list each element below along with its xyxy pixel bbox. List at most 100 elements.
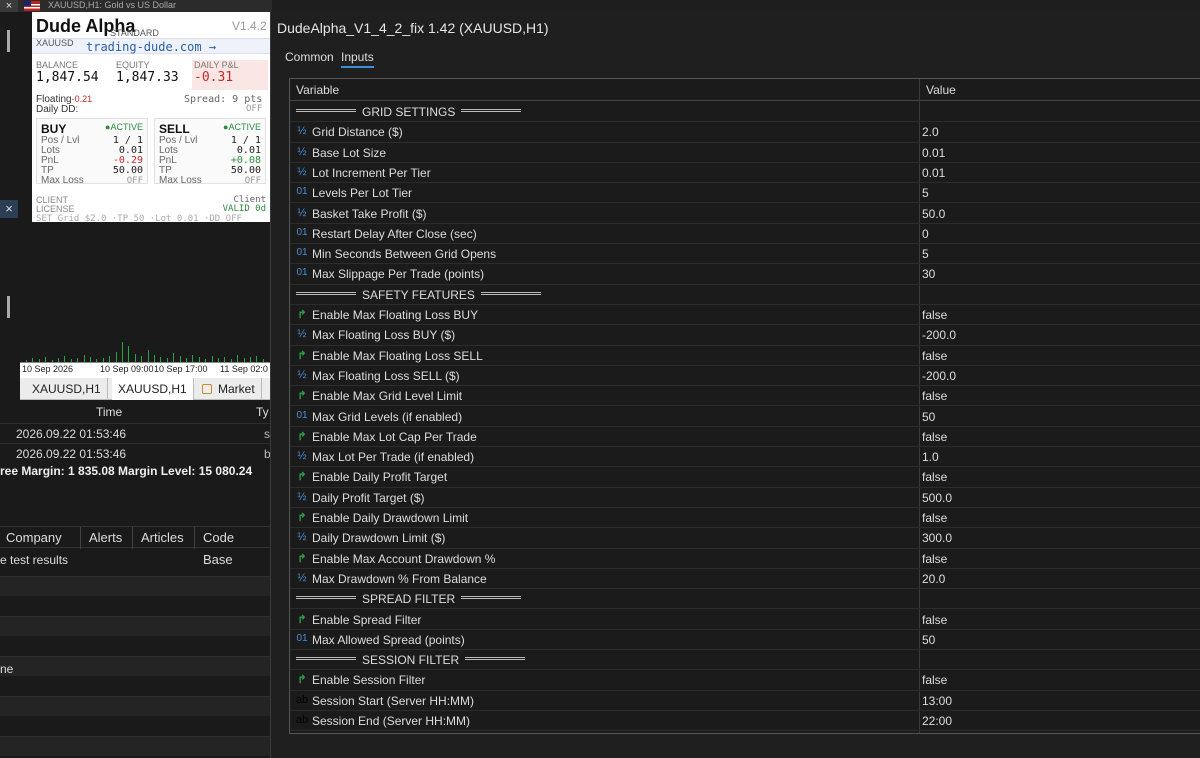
input-row[interactable]: ½ Max Drawdown % From Balance 20.0 [290, 569, 1200, 590]
input-value[interactable]: 2.0 [922, 125, 939, 139]
dd-status: OFF [246, 104, 263, 114]
input-row[interactable]: ↱ Enable Session Filter false [290, 670, 1200, 691]
fraction-icon: ½ [297, 490, 307, 503]
input-value[interactable]: 22:00 [922, 714, 952, 728]
list-item [0, 656, 272, 676]
input-row[interactable]: 01 Restart Delay After Close (sec) 0 [290, 224, 1200, 245]
input-value[interactable]: false [922, 552, 947, 566]
input-row[interactable]: ↱ Enable Spread Filter false [290, 610, 1200, 630]
input-value[interactable]: 13:00 [922, 694, 952, 708]
integer-icon: 01 [296, 632, 308, 644]
input-value[interactable]: 20.0 [922, 572, 945, 586]
tab-common[interactable]: Common [285, 50, 334, 64]
input-value[interactable]: 5 [922, 247, 929, 261]
terminal-background: × XAUUSD,H1: Gold vs US Dollar × Dude Al… [0, 0, 272, 758]
close-icon[interactable]: × [0, 0, 18, 12]
close-icon[interactable]: × [0, 200, 18, 218]
input-value[interactable]: 50 [922, 410, 935, 424]
ea-properties-dialog: DudeAlpha_V1_4_2_fix 1.42 (XAUUSD,H1) Co… [270, 12, 1200, 758]
scrollbar-handle[interactable] [7, 30, 10, 52]
input-row[interactable]: ↱ Enable Daily Profit Target false [290, 467, 1200, 488]
input-row[interactable]: 01 Min Seconds Between Grid Opens 5 [290, 244, 1200, 265]
input-row[interactable]: ↱ Enable Max Floating Loss SELL false [290, 346, 1200, 366]
input-row[interactable]: ½ Lot Increment Per Tier 0.01 [290, 163, 1200, 184]
fraction-icon: ½ [297, 571, 307, 584]
input-value[interactable]: false [922, 613, 947, 627]
input-row[interactable]: ↱ Enable Max Account Drawdown % false [290, 549, 1200, 569]
fraction-icon: ½ [297, 145, 307, 158]
table-row[interactable]: 2026.09.22 01:53:46 s [0, 423, 272, 442]
input-row[interactable]: ½ Basket Take Profit ($) 50.0 [290, 204, 1200, 224]
input-value[interactable]: 5 [922, 186, 929, 200]
table-row[interactable]: 2026.09.22 01:53:46 b [0, 443, 272, 462]
input-value[interactable]: 500.0 [922, 491, 952, 505]
column-header-type[interactable]: Ty [256, 405, 269, 419]
input-value[interactable]: 30 [922, 267, 935, 281]
tab-inputs[interactable]: Inputs [341, 50, 374, 68]
integer-icon: 01 [296, 409, 308, 421]
input-value[interactable]: false [922, 470, 947, 484]
input-name: Session End (Server HH:MM) [312, 714, 471, 728]
input-value[interactable]: false [922, 430, 947, 444]
balance-stat: BALANCE 1,847.54 [36, 60, 99, 85]
boolean-arrow-icon: ↱ [297, 430, 307, 443]
input-value[interactable]: 300.0 [922, 531, 952, 545]
input-name: Enable Daily Drawdown Limit [312, 511, 469, 525]
input-row[interactable]: ½ Max Floating Loss SELL ($) -200.0 [290, 366, 1200, 387]
input-row[interactable]: ½ Base Lot Size 0.01 [290, 143, 1200, 163]
input-row[interactable]: 01 Max Grid Levels (if enabled) 50 [290, 407, 1200, 427]
input-row[interactable]: 01 Max Allowed Spread (points) 50 [290, 630, 1200, 651]
input-value[interactable]: false [922, 389, 947, 403]
input-row[interactable]: ½ Daily Drawdown Limit ($) 300.0 [290, 528, 1200, 549]
inputs-grid: Variable Value GRID SETTINGS ½ Grid Distan… [289, 78, 1200, 734]
input-row[interactable]: ½ Daily Profit Target ($) 500.0 [290, 488, 1200, 508]
input-row[interactable]: 01 Levels Per Lot Tier 5 [290, 183, 1200, 204]
list-item [0, 576, 272, 596]
input-row[interactable]: ↱ Enable Max Grid Level Limit false [290, 386, 1200, 407]
column-header-time[interactable]: Time [96, 405, 122, 419]
input-name: Max Drawdown % From Balance [312, 571, 487, 586]
column-header-variable[interactable]: Variable [296, 83, 339, 97]
equity-stat: EQUITY 1,847.33 [116, 60, 179, 85]
input-value[interactable]: false [922, 349, 947, 363]
input-name: Max Slippage Per Trade (points) [312, 267, 485, 282]
boolean-arrow-icon: ↱ [297, 512, 307, 524]
string-icon: ab [295, 714, 309, 726]
section-rule [481, 291, 541, 295]
input-value[interactable]: 0.01 [922, 166, 945, 180]
ea-symbol: XAUUSD [36, 38, 74, 48]
axis-tick-label: 10 Sep 17:00 [154, 364, 208, 374]
tab-chart-xauusd-2[interactable]: XAUUSD,H1 [112, 378, 194, 400]
input-value[interactable]: 0.01 [922, 146, 945, 160]
tab-chart-xauusd-1[interactable]: XAUUSD,H1 [26, 378, 108, 400]
column-header-value[interactable]: Value [926, 83, 956, 97]
section-rule [296, 596, 356, 600]
input-row[interactable]: ½ Max Lot Per Trade (if enabled) 1.0 [290, 447, 1200, 468]
section-row: DISPLAY [290, 731, 1200, 733]
tab-market[interactable]: Market [196, 378, 262, 400]
input-row[interactable]: 01 Max Slippage Per Trade (points) 30 [290, 264, 1200, 285]
input-row[interactable]: ab Session Start (Server HH:MM) 13:00 [290, 691, 1200, 711]
input-row[interactable]: ab Session End (Server HH:MM) 22:00 [290, 711, 1200, 732]
tab-articles[interactable]: Articles [132, 527, 192, 549]
input-value[interactable]: false [922, 673, 947, 687]
tab-code-base[interactable]: Code Base [194, 527, 272, 567]
input-value[interactable]: 50 [922, 633, 935, 647]
input-row[interactable]: ½ Grid Distance ($) 2.0 [290, 122, 1200, 143]
input-value[interactable]: false [922, 308, 947, 322]
input-value[interactable]: 50.0 [922, 207, 945, 221]
input-value[interactable]: -200.0 [922, 328, 956, 342]
tab-alerts[interactable]: Alerts [80, 527, 130, 549]
sell-side-box: SELL ●ACTIVE Pos / Lvl Lots PnL TP Max L… [154, 118, 266, 186]
input-row[interactable]: ↱ Enable Max Lot Cap Per Trade false [290, 427, 1200, 448]
input-value[interactable]: -200.0 [922, 369, 956, 383]
input-row[interactable]: ↱ Enable Daily Drawdown Limit false [290, 508, 1200, 529]
input-value[interactable]: 0 [922, 227, 929, 241]
input-row[interactable]: ↱ Enable Max Floating Loss BUY false [290, 305, 1200, 326]
input-value[interactable]: false [922, 511, 947, 525]
input-value[interactable]: 1.0 [922, 450, 939, 464]
scrollbar-handle[interactable] [7, 296, 10, 318]
tab-company[interactable]: Company [0, 527, 70, 549]
input-name: Max Lot Per Trade (if enabled) [312, 450, 475, 465]
input-row[interactable]: ½ Max Floating Loss BUY ($) -200.0 [290, 325, 1200, 346]
